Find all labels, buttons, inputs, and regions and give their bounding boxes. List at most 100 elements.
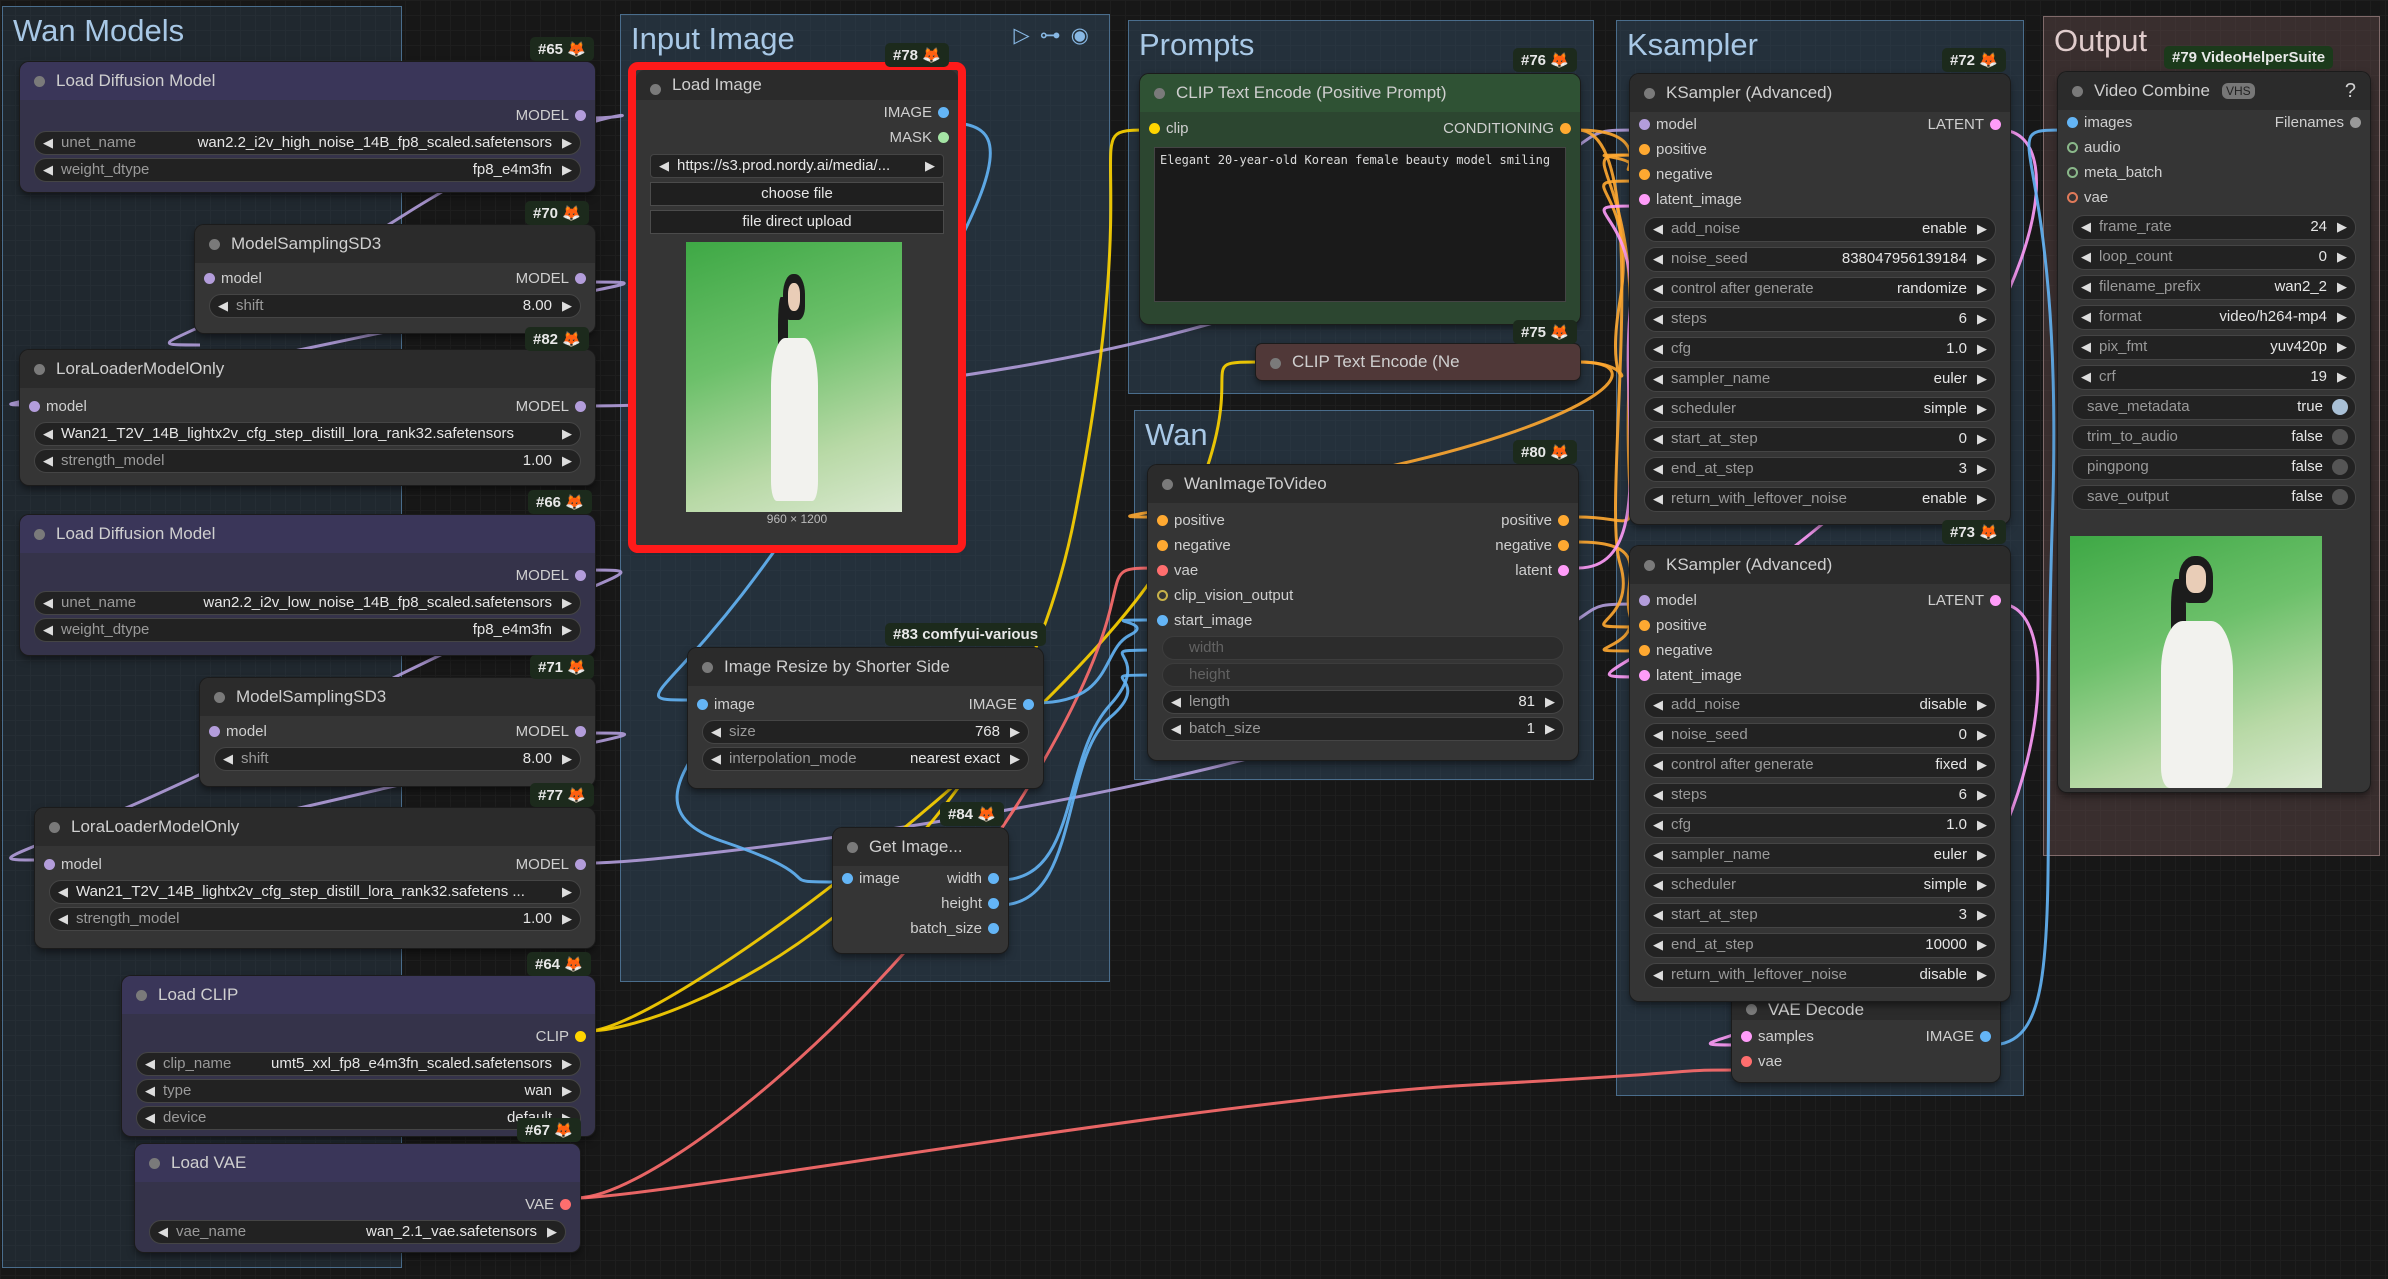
widget-steps[interactable]: ◀ steps 6 ▶ [1644,783,1996,808]
width-widget[interactable]: width [1162,636,1564,660]
play-icon[interactable]: ▷ [1014,24,1040,47]
negative-input-slot[interactable] [1639,645,1650,656]
unet-name-widget[interactable]: ◀ unet_name wan2.2_i2v_high_noise_14B_fp8_… [34,131,581,155]
model-input-slot[interactable] [209,726,220,737]
wire-vae-18[interactable] [575,1068,1743,1200]
unet-name-widget[interactable]: ◀ unet_name wan2.2_i2v_low_noise_14B_fp8_s… [34,591,581,615]
model-output-slot[interactable] [575,401,586,412]
audio-input-slot[interactable] [2067,142,2078,153]
widget-format[interactable]: ◀ format video/h264-mp4 ▶ [2072,305,2356,330]
model-output-slot[interactable] [575,726,586,737]
filenames-output-slot[interactable] [2350,117,2361,128]
load-clip-node[interactable]: Load CLIP CLIP ◀ clip_name umt5_xxl_fp8_e4… [122,976,595,1136]
widget-frame-rate[interactable]: ◀ frame_rate 24 ▶ [2072,215,2356,240]
prompt-textarea[interactable] [1154,147,1566,302]
widget-scheduler[interactable]: ◀ scheduler simple ▶ [1644,397,1996,422]
widget-end-at-step[interactable]: ◀ end_at_step 3 ▶ [1644,457,1996,482]
clip-input-slot[interactable] [1149,123,1160,134]
height-widget[interactable]: height [1162,663,1564,687]
model-output-slot[interactable] [575,110,586,121]
positive-input-slot[interactable] [1157,515,1168,526]
image-output-slot[interactable] [1023,699,1034,710]
widget-end-at-step[interactable]: ◀ end_at_step 10000 ▶ [1644,933,1996,958]
model-output-slot[interactable] [575,273,586,284]
latent-image-input-slot[interactable] [1639,194,1650,205]
widget-sampler-name[interactable]: ◀ sampler_name euler ▶ [1644,843,1996,868]
width-output-slot[interactable] [988,873,999,884]
load-image-node[interactable]: Load Image IMAGE MASK ◀ https://s3.prod.n… [628,62,966,553]
model-output-slot[interactable] [575,859,586,870]
get-image-size-node[interactable]: Get Image... image width height batch_siz… [833,828,1008,953]
widget-scheduler[interactable]: ◀ scheduler simple ▶ [1644,873,1996,898]
widget-loop-count[interactable]: ◀ loop_count 0 ▶ [2072,245,2356,270]
video-combine-node[interactable]: Video Combine VHS? images Filenames audio … [2058,72,2370,792]
wan-image-to-video-node[interactable]: WanImageToVideo positive positive negativ… [1148,465,1578,760]
weight-dtype-widget[interactable]: ◀ weight_dtype fp8_e4m3fn ▶ [34,158,581,182]
widget-filename-prefix[interactable]: ◀ filename_prefix wan2_2 ▶ [2072,275,2356,300]
negative-output-slot[interactable] [1558,540,1569,551]
widget-control-after-generate[interactable]: ◀ control after generate randomize ▶ [1644,277,1996,302]
eye-icon[interactable]: ◉ [1071,24,1099,47]
weight-dtype-widget[interactable]: ◀ weight_dtype fp8_e4m3fn ▶ [34,618,581,642]
widget-cfg[interactable]: ◀ cfg 1.0 ▶ [1644,337,1996,362]
lora-loader-node[interactable]: LoraLoaderModelOnly model MODEL ◀ Wan21_T2… [35,808,595,948]
widget-add-noise[interactable]: ◀ add_noise disable ▶ [1644,693,1996,718]
positive-output-slot[interactable] [1558,515,1569,526]
vae-input-slot[interactable] [2067,192,2078,203]
model-input-slot[interactable] [29,401,40,412]
latent-output-slot[interactable] [1990,595,2001,606]
help-icon[interactable]: ? [2345,80,2356,103]
widget-sampler-name[interactable]: ◀ sampler_name euler ▶ [1644,367,1996,392]
latent-image-input-slot[interactable] [1639,670,1650,681]
lora-loader-node[interactable]: LoraLoaderModelOnly model MODEL ◀ Wan21_T2… [20,350,595,485]
model-input-slot[interactable] [204,273,215,284]
conditioning-output-slot[interactable] [1560,123,1571,134]
positive-input-slot[interactable] [1639,144,1650,155]
clip-vision-input-slot[interactable] [1157,590,1168,601]
model-input-slot[interactable] [44,859,55,870]
negative-input-slot[interactable] [1157,540,1168,551]
vae-output-slot[interactable] [560,1199,571,1210]
vae-decode-node[interactable]: VAE Decode samples IMAGE vae [1732,990,2000,1082]
widget-add-noise[interactable]: ◀ add_noise enable ▶ [1644,217,1996,242]
toggle-trim-to-audio[interactable]: trim_to_audio false [2072,425,2356,450]
latent-output-slot[interactable] [1558,565,1569,576]
batch-size-widget[interactable]: ◀ batch_size 1 ▶ [1162,717,1564,741]
image-input-slot[interactable] [697,699,708,710]
clip-text-encode-positive-node[interactable]: CLIP Text Encode (Positive Prompt) clip C… [1140,74,1580,324]
widget-crf[interactable]: ◀ crf 19 ▶ [2072,365,2356,390]
positive-input-slot[interactable] [1639,620,1650,631]
widget-steps[interactable]: ◀ steps 6 ▶ [1644,307,1996,332]
model-sampling-sd3-node[interactable]: ModelSamplingSD3 model MODEL ◀ shift 8.00 ▶ [195,225,595,333]
model-input-slot[interactable] [1639,595,1650,606]
image-resize-node[interactable]: Image Resize by Shorter Side image IMAGE … [688,648,1043,788]
widget-return-with-leftover-noise[interactable]: ◀ return_with_leftover_noise disable ▶ [1644,963,1996,988]
height-output-slot[interactable] [988,898,999,909]
image-input-slot[interactable] [842,873,853,884]
load-diffusion-model-node[interactable]: Load Diffusion Model MODEL ◀ unet_name wan… [20,62,595,192]
shift-widget[interactable]: ◀ shift 8.00 ▶ [209,294,581,318]
image-output-slot[interactable] [1980,1031,1991,1042]
images-input-slot[interactable] [2067,117,2078,128]
latent-output-slot[interactable] [1990,119,2001,130]
start-image-input-slot[interactable] [1157,615,1168,626]
meta-batch-input-slot[interactable] [2067,167,2078,178]
interpolation-widget[interactable]: ◀ interpolation_mode nearest exact ▶ [702,747,1029,771]
strength-widget[interactable]: ◀ strength_model 1.00 ▶ [49,907,581,931]
strength-widget[interactable]: ◀ strength_model 1.00 ▶ [34,449,581,473]
clip-text-encode-negative-node[interactable]: CLIP Text Encode (Ne [1256,344,1580,380]
model-sampling-sd3-node[interactable]: ModelSamplingSD3 model MODEL ◀ shift 8.00 ▶ [200,678,595,786]
file-upload-button[interactable]: file direct upload [650,210,944,234]
device-widget[interactable]: ◀devicedefault▶ [136,1106,581,1130]
vae-input-slot[interactable] [1157,565,1168,576]
ksampler-advanced-node[interactable]: KSampler (Advanced) model LATENT positive… [1630,546,2010,1001]
choose-file-button[interactable]: choose file [650,182,944,206]
vae-name-widget[interactable]: ◀ vae_name wan_2.1_vae.safetensors ▶ [149,1220,566,1244]
lora-name-widget[interactable]: ◀ Wan21_T2V_14B_lightx2v_cfg_step_distill… [49,880,581,904]
model-output-slot[interactable] [575,570,586,581]
connect-icon[interactable]: ⊶ [1040,24,1071,47]
samples-input-slot[interactable] [1741,1031,1752,1042]
widget-start-at-step[interactable]: ◀ start_at_step 3 ▶ [1644,903,1996,928]
image-url-widget[interactable]: ◀ https://s3.prod.nordy.ai/media/... ▶ [650,154,944,178]
widget-noise-seed[interactable]: ◀ noise_seed 838047956139184 ▶ [1644,247,1996,272]
